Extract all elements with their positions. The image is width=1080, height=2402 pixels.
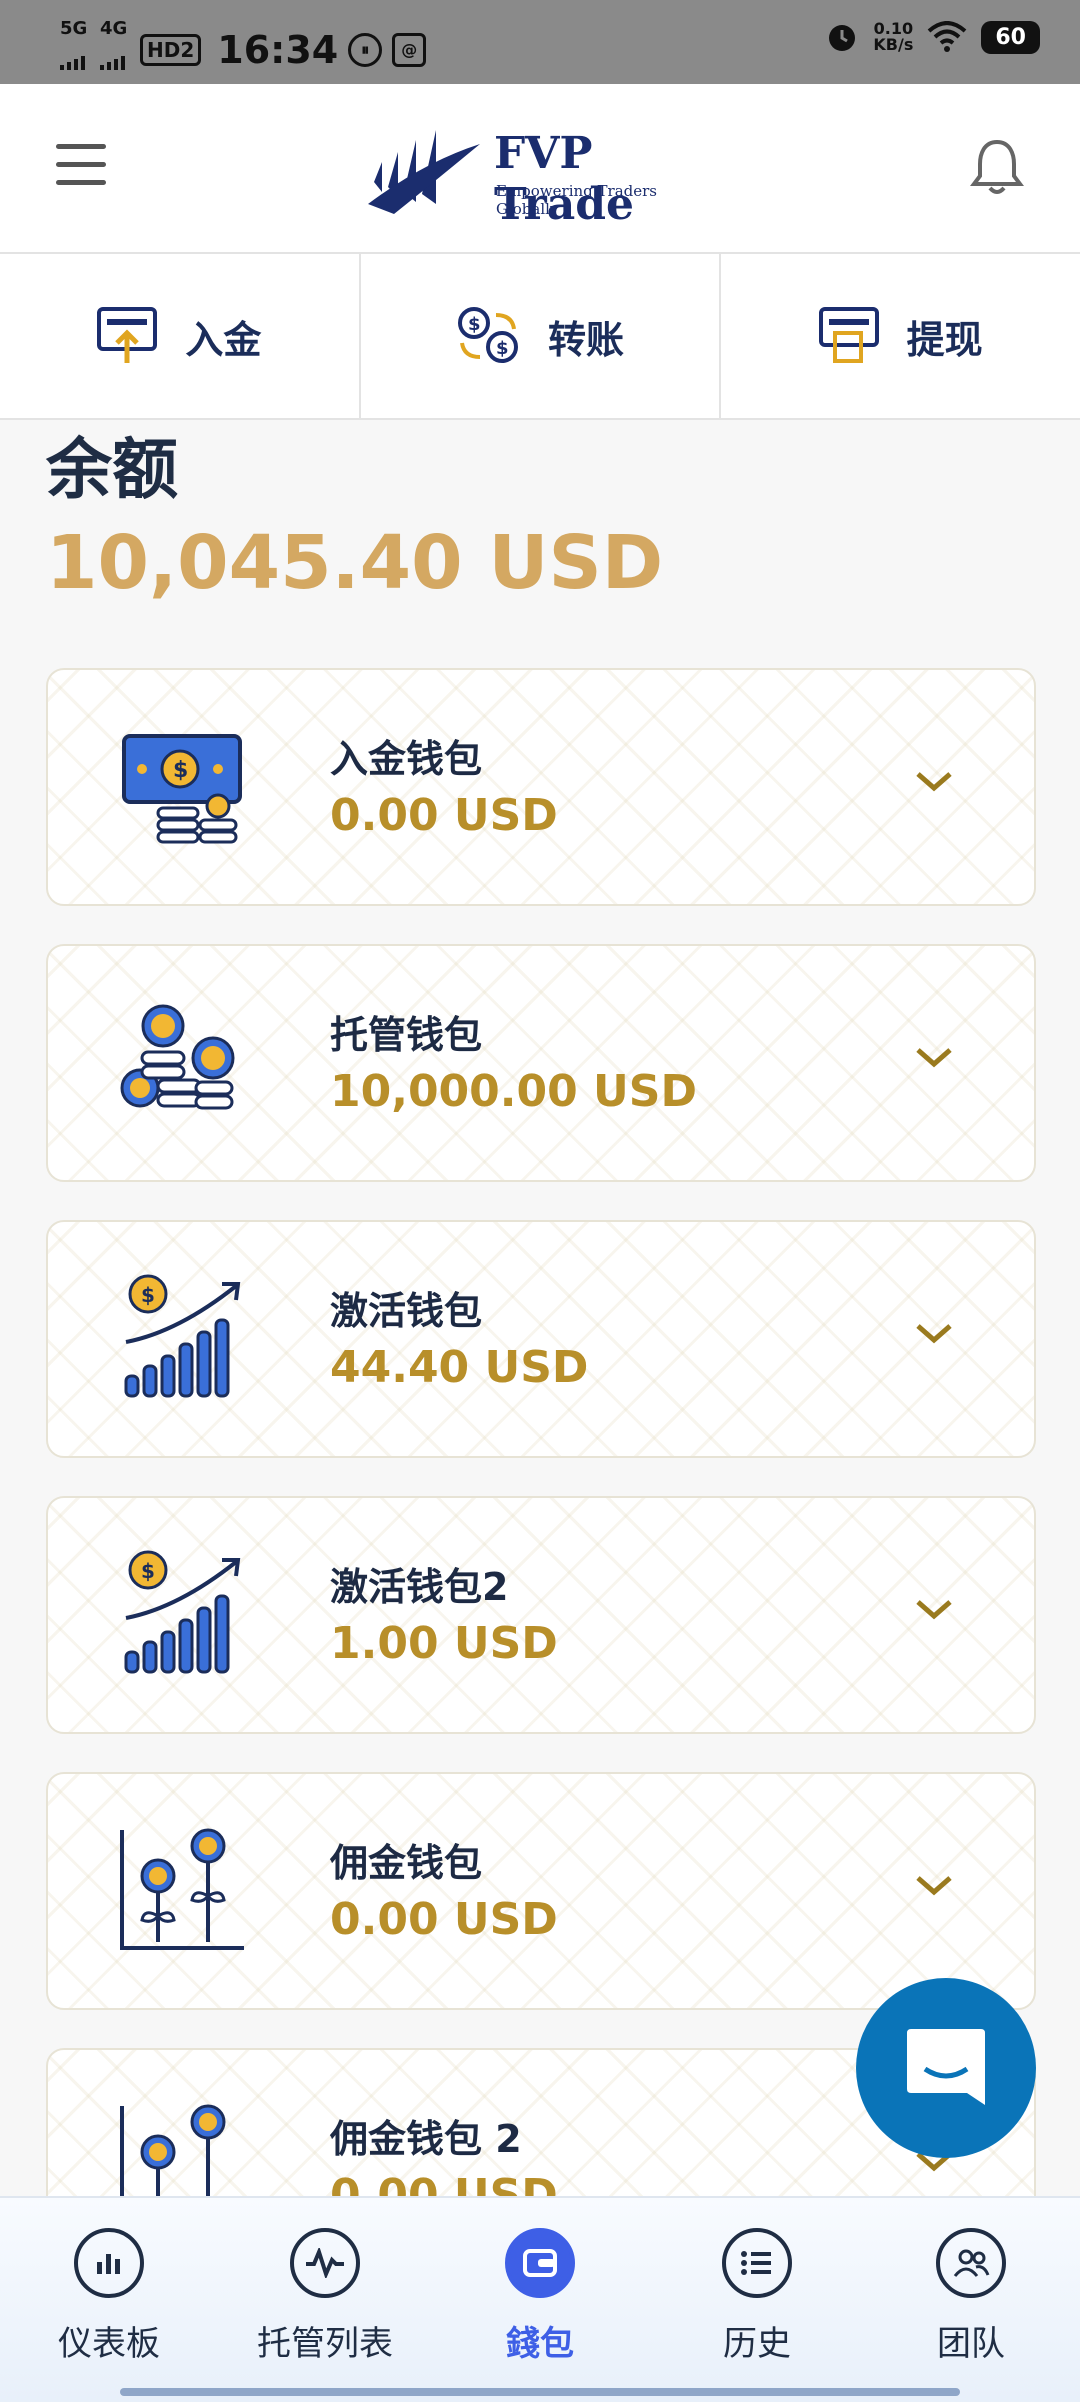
wallet-amount: 0.00 USD — [330, 790, 558, 841]
deposit-icon — [97, 307, 158, 363]
dashboard-icon — [74, 2228, 144, 2298]
nav-wallet[interactable]: 錢包 — [455, 2228, 625, 2365]
wallet-amount: 1.00 USD — [330, 1618, 558, 1669]
bottom-navigation: 仪表板 托管列表 錢包 历史 团队 — [0, 2196, 1080, 2402]
wallet-name: 佣金钱包 2 — [330, 2117, 522, 2161]
brand-tagline: Empowering Traders Globally — [496, 182, 657, 218]
nav-label: 团队 — [937, 2324, 1005, 2364]
hd-badge: HD2 — [140, 33, 202, 66]
brand-logo: FVP Trade Empowering Traders Globally — [364, 118, 724, 230]
alarm-icon — [829, 25, 856, 51]
chevron-down-icon[interactable] — [914, 768, 954, 794]
nav-label: 仪表板 — [58, 2324, 160, 2364]
svg-text:$: $ — [141, 1559, 155, 1583]
svg-text:$: $ — [468, 314, 481, 335]
app-header: FVP Trade Empowering Traders Globally — [0, 84, 1080, 254]
menu-icon[interactable] — [56, 144, 106, 186]
transfer-button[interactable]: $ $ 转账 — [361, 254, 722, 418]
nav-label: 托管列表 — [257, 2324, 393, 2364]
chevron-down-icon[interactable] — [914, 1044, 954, 1070]
balance-amount: 10,045.40 USD — [46, 520, 664, 606]
notification-app-icon: ⏸ — [348, 32, 383, 67]
wallet-amount: 0.00 USD — [330, 1894, 558, 1945]
transfer-label: 转账 — [548, 317, 625, 362]
battery-indicator: 60 — [981, 20, 1040, 54]
growth-chart-icon: $ — [124, 1550, 241, 1674]
wallet-name: 激活钱包 — [330, 1289, 483, 1333]
network-type-2: 4G — [100, 18, 128, 39]
nav-dashboard[interactable]: 仪表板 — [24, 2228, 194, 2365]
svg-text:$: $ — [141, 1283, 155, 1307]
team-icon — [936, 2228, 1006, 2298]
notification-bell-icon[interactable] — [970, 136, 1024, 196]
list-icon — [722, 2228, 792, 2298]
money-plant-icon — [120, 1828, 244, 1950]
chat-icon — [907, 2029, 985, 2105]
signal-4g-icon: 4G — [100, 20, 130, 79]
wallet-name: 入金钱包 — [330, 737, 483, 781]
transfer-icon: $ $ — [458, 307, 518, 363]
logo-mark-icon — [368, 130, 480, 214]
status-bar: 5G 4G HD2 16:34 ⏸ @ 0.10 KB/s 60 — [0, 0, 1080, 84]
wallet-card-deposit[interactable]: $ 入金钱包 0.00 USD — [46, 668, 1036, 906]
deposit-label: 入金 — [185, 317, 262, 362]
svg-text:$: $ — [173, 758, 188, 783]
wallet-amount: 44.40 USD — [330, 1342, 589, 1393]
wallet-card-activation[interactable]: $ 激活钱包 44.40 USD — [46, 1220, 1036, 1458]
withdraw-button[interactable]: 提现 — [721, 254, 1080, 418]
cash-icon: $ — [122, 734, 242, 844]
signal-5g-icon: 5G — [60, 20, 90, 79]
wallet-card-custody[interactable]: 托管钱包 10,000.00 USD — [46, 944, 1036, 1182]
svg-text:$: $ — [496, 338, 509, 359]
wallet-amount: 10,000.00 USD — [330, 1066, 697, 1117]
network-type-1: 5G — [60, 18, 88, 39]
nav-custody-list[interactable]: 托管列表 — [240, 2228, 410, 2365]
wallet-icon — [505, 2228, 575, 2298]
net-speed-unit: KB/s — [873, 35, 914, 54]
pulse-icon — [290, 2228, 360, 2298]
nav-history[interactable]: 历史 — [672, 2228, 842, 2365]
net-speed: 0.10 KB/s — [873, 21, 913, 53]
chevron-down-icon[interactable] — [914, 1596, 954, 1622]
deposit-button[interactable]: 入金 — [0, 254, 361, 418]
quick-actions: 入金 $ $ 转账 提现 — [0, 254, 1080, 420]
wallet-card-activation-2[interactable]: $ 激活钱包2 1.00 USD — [46, 1496, 1036, 1734]
nav-team[interactable]: 团队 — [886, 2228, 1056, 2365]
at-sign-icon: @ — [392, 32, 427, 67]
home-indicator[interactable] — [120, 2388, 960, 2396]
growth-chart-icon: $ — [124, 1274, 241, 1398]
balance-title: 余额 — [46, 431, 178, 508]
clock: 16:34 — [217, 27, 339, 72]
chevron-down-icon[interactable] — [914, 1320, 954, 1346]
nav-label: 錢包 — [506, 2324, 574, 2364]
wifi-icon — [928, 21, 967, 52]
chat-support-button[interactable] — [856, 1978, 1036, 2158]
chevron-down-icon[interactable] — [914, 1872, 954, 1898]
wallet-name: 托管钱包 — [330, 1013, 483, 1057]
wallet-name: 佣金钱包 — [330, 1841, 483, 1885]
withdraw-label: 提现 — [906, 317, 983, 362]
nav-label: 历史 — [723, 2324, 791, 2364]
coins-icon — [120, 1004, 235, 1110]
withdraw-icon — [818, 307, 879, 363]
wallet-card-commission[interactable]: 佣金钱包 0.00 USD — [46, 1772, 1036, 2010]
wallet-name: 激活钱包2 — [330, 1565, 509, 1609]
